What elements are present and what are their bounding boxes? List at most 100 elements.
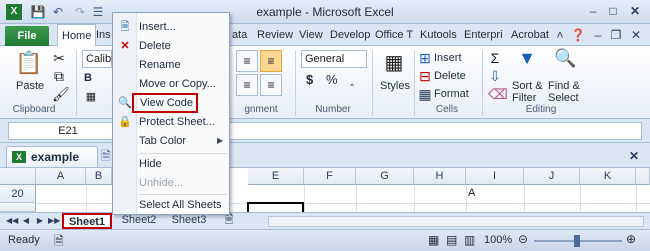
autosum-icon[interactable]: Σ: [488, 50, 502, 66]
align-top-icon[interactable]: ≡: [236, 50, 258, 72]
menu-item-move-copy[interactable]: Move or Copy...: [139, 76, 216, 92]
zoom-level[interactable]: 100%: [484, 234, 512, 246]
number-format-combo[interactable]: General: [301, 50, 367, 68]
sheet-tab-sheet3[interactable]: Sheet3: [166, 213, 212, 229]
menu-item-rename[interactable]: Rename: [139, 57, 181, 73]
minimize-icon[interactable]: –: [584, 3, 602, 19]
sort-filter-icon[interactable]: ▼: [516, 48, 538, 72]
workbook-tab[interactable]: X example: [6, 146, 98, 167]
format-button[interactable]: Format: [434, 88, 469, 100]
format-cells-icon[interactable]: ▦: [418, 86, 432, 103]
currency-button[interactable]: $: [306, 72, 313, 87]
tab-developer[interactable]: Develop: [326, 24, 374, 46]
ribbon-restore-icon[interactable]: ❐: [608, 27, 624, 43]
zoom-slider-thumb[interactable]: [574, 235, 580, 247]
column-header[interactable]: F: [304, 168, 356, 185]
column-header[interactable]: [636, 168, 650, 185]
select-button[interactable]: Select: [548, 92, 579, 104]
align-left-icon[interactable]: ≡: [236, 74, 258, 96]
clear-icon[interactable]: ⌫: [488, 86, 508, 103]
macro-record-icon[interactable]: 🗎: [54, 232, 64, 251]
select-all-corner[interactable]: [0, 168, 36, 185]
horizontal-scrollbar[interactable]: [268, 216, 644, 227]
alignment-group-label: gnment: [244, 104, 278, 115]
insert-sheet-tab-icon[interactable]: 🗎: [220, 213, 238, 229]
cell-i20[interactable]: A: [468, 187, 524, 199]
format-painter-icon[interactable]: 🖌: [52, 86, 70, 103]
fill-icon[interactable]: ⇩: [488, 68, 502, 85]
font-name-combo[interactable]: Calibr: [82, 50, 115, 68]
tab-file[interactable]: File: [5, 26, 49, 46]
help-icon[interactable]: ❓: [570, 27, 586, 43]
menu-item-select-all-sheets[interactable]: Select All Sheets: [139, 197, 222, 213]
menu-item-tab-color[interactable]: Tab Color: [139, 133, 186, 149]
maximize-icon[interactable]: □: [604, 3, 622, 19]
sheet-tab-sheet2[interactable]: Sheet2: [116, 213, 162, 229]
row-header[interactable]: [0, 203, 36, 212]
worksheet-grid[interactable]: A B E F G H I J K 20 A: [0, 168, 650, 212]
close-workbook-icon[interactable]: ✕: [626, 148, 642, 164]
tab-enterprise[interactable]: Enterpri: [460, 24, 507, 46]
column-header[interactable]: K: [580, 168, 636, 185]
ribbon-tab-bar: File Home Ins ata Review View Develop Of…: [0, 24, 650, 47]
menu-item-insert[interactable]: Insert...: [139, 19, 176, 35]
sort-button[interactable]: Sort &: [512, 80, 543, 92]
paste-icon[interactable]: 📋: [14, 50, 44, 78]
insert-button[interactable]: Insert: [434, 52, 462, 64]
workbook-tab-label: example: [31, 150, 80, 164]
comma-style-icon[interactable]: ‸: [344, 72, 360, 86]
ribbon-minimize-icon[interactable]: –: [590, 27, 606, 43]
find-button[interactable]: Find &: [548, 80, 580, 92]
tab-review[interactable]: Review: [253, 24, 297, 46]
copy-icon[interactable]: ⧉: [52, 68, 66, 85]
page-break-icon[interactable]: ▥: [464, 233, 475, 247]
prev-sheet-icon[interactable]: ◀: [20, 214, 32, 228]
borders-icon[interactable]: ▦: [84, 90, 98, 103]
menu-item-view-code[interactable]: View Code: [132, 93, 198, 113]
delete-cells-icon[interactable]: ⊟: [418, 68, 432, 85]
tab-office-tab[interactable]: Office T: [371, 24, 417, 46]
ribbon-close-icon[interactable]: ✕: [628, 27, 644, 43]
column-header[interactable]: G: [356, 168, 414, 185]
row-header[interactable]: 20: [0, 185, 36, 203]
tab-view[interactable]: View: [295, 24, 327, 46]
first-sheet-icon[interactable]: ◀◀: [6, 214, 18, 228]
column-header[interactable]: H: [414, 168, 466, 185]
cut-icon[interactable]: ✂: [52, 50, 66, 67]
close-icon[interactable]: ✕: [626, 3, 644, 19]
menu-item-hide[interactable]: Hide: [139, 156, 162, 172]
chevron-up-icon[interactable]: ˄: [552, 27, 568, 43]
next-sheet-icon[interactable]: ▶: [34, 214, 46, 228]
wrap-text-icon[interactable]: ≡: [260, 50, 282, 72]
bold-icon[interactable]: B: [84, 72, 92, 84]
sheet-tab-sheet1[interactable]: Sheet1: [62, 213, 112, 229]
zoom-in-icon[interactable]: ⊕: [626, 232, 636, 246]
insert-cells-icon[interactable]: ⊞: [418, 50, 432, 67]
paste-button[interactable]: Paste: [16, 80, 44, 92]
styles-button[interactable]: Styles: [380, 80, 410, 92]
tab-data[interactable]: ata: [228, 24, 251, 46]
column-header[interactable]: J: [524, 168, 580, 185]
percent-button[interactable]: %: [326, 72, 338, 87]
last-sheet-icon[interactable]: ▶▶: [48, 214, 60, 228]
menu-item-delete[interactable]: Delete: [139, 38, 171, 54]
page-layout-icon[interactable]: ▤: [446, 233, 457, 247]
styles-icon[interactable]: ▦: [380, 50, 408, 76]
zoom-out-icon[interactable]: ⊝: [518, 232, 528, 246]
active-cell-e21[interactable]: [247, 202, 304, 212]
menu-item-protect-sheet[interactable]: Protect Sheet...: [139, 114, 215, 130]
column-header[interactable]: I: [466, 168, 524, 185]
tab-kutools[interactable]: Kutools: [416, 24, 461, 46]
tab-acrobat[interactable]: Acrobat: [507, 24, 553, 46]
name-box[interactable]: E21: [8, 122, 128, 140]
column-header-selected[interactable]: E: [248, 168, 304, 185]
delete-button[interactable]: Delete: [434, 70, 466, 82]
find-select-icon[interactable]: 🔍: [554, 48, 576, 72]
column-header[interactable]: B: [86, 168, 112, 185]
column-header[interactable]: A: [36, 168, 86, 185]
tab-home[interactable]: Home: [57, 24, 97, 47]
merge-icon[interactable]: ≡: [260, 74, 282, 96]
divider: [482, 50, 483, 116]
normal-view-icon[interactable]: ▦: [428, 233, 439, 247]
filter-button[interactable]: Filter: [512, 92, 536, 104]
